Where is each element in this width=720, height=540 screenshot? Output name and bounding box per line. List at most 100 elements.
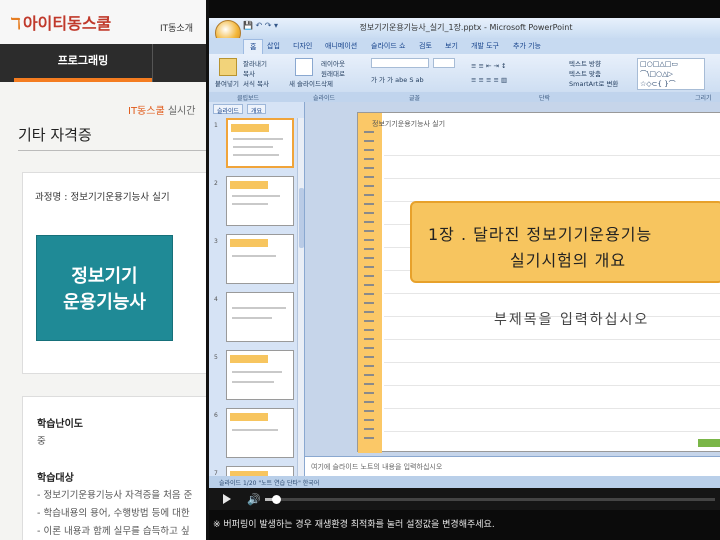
thumb-line [232,307,286,309]
spiral-binding [364,131,374,441]
panel-scrollbar[interactable] [297,118,304,486]
new-slide-icon[interactable] [295,58,313,76]
paste-icon[interactable] [219,58,237,76]
difficulty-value: 중 [37,436,46,447]
ppt-status-bar: 슬라이드 1/20 "노트 연습 단타" 한국어 [209,476,720,488]
format-painter-button[interactable]: 서식 복사 [243,78,269,88]
thumb-line [233,154,279,156]
slide-title-line2: 실기시험의 개요 [510,251,627,270]
slide-number: 1 [214,122,218,129]
panel-tab-outline[interactable]: 개요 [247,104,267,115]
tab-slideshow[interactable]: 슬라이드 쇼 [371,41,405,51]
target-label: 학습대상 [37,473,74,484]
tab-view[interactable]: 보기 [445,41,458,51]
slide-title-box[interactable]: 1장 . 달라진 정보기기운용기능 실기시험의 개요 [410,201,720,283]
thumb-line [232,203,268,205]
course-web-page: ℸ 아이티동스쿨 IT동소개 프로그래밍 IT동스쿨 실시간 기타 자격증 과정명… [0,0,212,540]
site-header: ℸ 아이티동스쿨 IT동소개 [0,0,212,44]
seek-handle[interactable] [272,495,281,504]
shapes-gallery[interactable]: □○□△□▭ ⌒\□○△▷ ☆◇⊂{ }⌒ [637,58,705,90]
current-slide[interactable]: 정보기기운용기능사 실기 1장 . 달라진 정보기기운용기능 실기시험의 개요 … [357,112,720,453]
slide-thumbnail-selected[interactable] [226,118,294,168]
copy-button[interactable]: 복사 [243,68,255,78]
slide-thumbnail[interactable] [226,292,294,342]
slide-number: 3 [214,238,218,245]
thumb-line [232,255,276,257]
align-text-button[interactable]: 텍스트 맞춤 [569,68,601,78]
slide-number: 2 [214,180,218,187]
paragraph-buttons[interactable]: ≡ ≡ ⇤ ⇥ ↕ [471,62,507,70]
breadcrumb-brand[interactable]: IT동스쿨 [128,106,165,117]
text-direction-button[interactable]: 텍스트 방향 [569,58,601,68]
delete-button[interactable]: 삭제 [321,78,333,88]
layout-button[interactable]: 레이아웃 [321,58,345,68]
new-slide-button[interactable]: 새 슬라이드 [289,78,321,88]
play-icon[interactable] [223,494,231,504]
course-card: 과정명 : 정보기기운용기능사 실기 정보기기 운용기능사 [22,172,212,374]
font-name-box[interactable] [371,58,429,68]
nav-divider [152,44,153,82]
group-label-clipboard: 클립보드 [237,95,260,102]
site-logo[interactable]: ℸ 아이티동스쿨 [10,10,111,34]
tab-addins[interactable]: 추가 기능 [513,41,541,51]
tab-developer[interactable]: 개발 도구 [471,41,499,51]
group-label-drawing: 그리기 [695,95,712,102]
tab-home[interactable]: 홈 [243,39,264,54]
target-item: - 이론 내용과 함께 실무를 습득하고 싶 [37,526,190,537]
thumb-title-bar [230,355,268,363]
about-link[interactable]: IT동소개 [160,21,193,34]
slide-thumbnail[interactable] [226,176,294,226]
slide-thumbnail[interactable] [226,234,294,284]
reset-button[interactable]: 원래대로 [321,68,345,78]
nav-tab-programming[interactable]: 프로그래밍 [14,44,152,82]
thumb-title-bar [230,181,268,189]
thumb-line [232,317,272,319]
thumb-line [232,371,282,373]
tab-animation[interactable]: 애니메이션 [325,41,357,51]
thumb-line [232,429,278,431]
ribbon-tabs [209,38,720,54]
slide-header: 정보기기운용기능사 실기 [372,120,446,128]
difficulty-label: 학습난이도 [37,419,83,430]
thumb-title-bar [230,413,268,421]
notes-placeholder: 여기에 슬라이드 노트의 내용을 입력하십시오 [311,463,443,471]
title-divider [18,150,212,151]
slide-accent-bar [698,439,720,447]
page-title: 기타 자격증 [18,126,92,144]
panel-tab-slides[interactable]: 슬라이드 [213,104,244,115]
slide-subtitle-placeholder[interactable]: 부제목을 입력하십시오 [494,309,649,329]
cut-button[interactable]: 잘라내기 [243,58,267,68]
target-item: - 학습내용의 용어, 수행방법 등에 대한 [37,508,190,519]
thumb-line [232,381,274,383]
thumb-line [233,138,283,140]
course-name: 과정명 : 정보기기운용기능사 실기 [35,192,170,203]
slide-number: 6 [214,412,218,419]
breadcrumb: IT동스쿨 실시간 [128,102,195,117]
quick-access-toolbar[interactable]: 💾 ↶ ↷ ▾ [243,21,278,30]
font-size-box[interactable] [433,58,455,68]
thumbnail-line1: 정보기기 [71,266,138,287]
smartart-button[interactable]: SmartArt로 변환 [569,78,618,88]
tab-review[interactable]: 검토 [419,41,432,51]
seek-bar[interactable] [265,495,715,504]
breadcrumb-rest: 실시간 [164,106,196,117]
thumbnail-line2: 운용기능사 [63,292,146,313]
font-format-buttons[interactable]: 가 가 가 abe S ab [371,74,424,84]
notes-pane[interactable]: 여기에 슬라이드 노트의 내용을 입력하십시오 [305,456,720,476]
tab-insert[interactable]: 삽입 [267,41,280,51]
tab-design[interactable]: 디자인 [293,41,312,51]
group-label-font: 글꼴 [409,95,421,102]
slide-title-line1: 1장 . 달라진 정보기기운용기능 [428,225,653,244]
align-buttons[interactable]: ≡ ≡ ≡ ≡ ▥ [471,76,507,84]
volume-icon[interactable]: 🔊 [247,493,261,506]
paste-button[interactable]: 붙여넣기 [215,78,239,88]
thumb-title-bar [231,124,269,132]
scrollbar-thumb[interactable] [299,188,304,248]
logo-icon: ℸ [10,14,21,33]
main-nav: 프로그래밍 [0,44,212,82]
slide-thumbnail[interactable] [226,408,294,458]
thumb-title-bar [230,239,268,247]
buffering-notice: ※ 버퍼링이 발생하는 경우 재생환경 최적화를 눌러 설정값을 변경해주세요. [213,520,495,530]
course-thumbnail[interactable]: 정보기기 운용기능사 [36,235,173,341]
slide-thumbnail[interactable] [226,350,294,400]
